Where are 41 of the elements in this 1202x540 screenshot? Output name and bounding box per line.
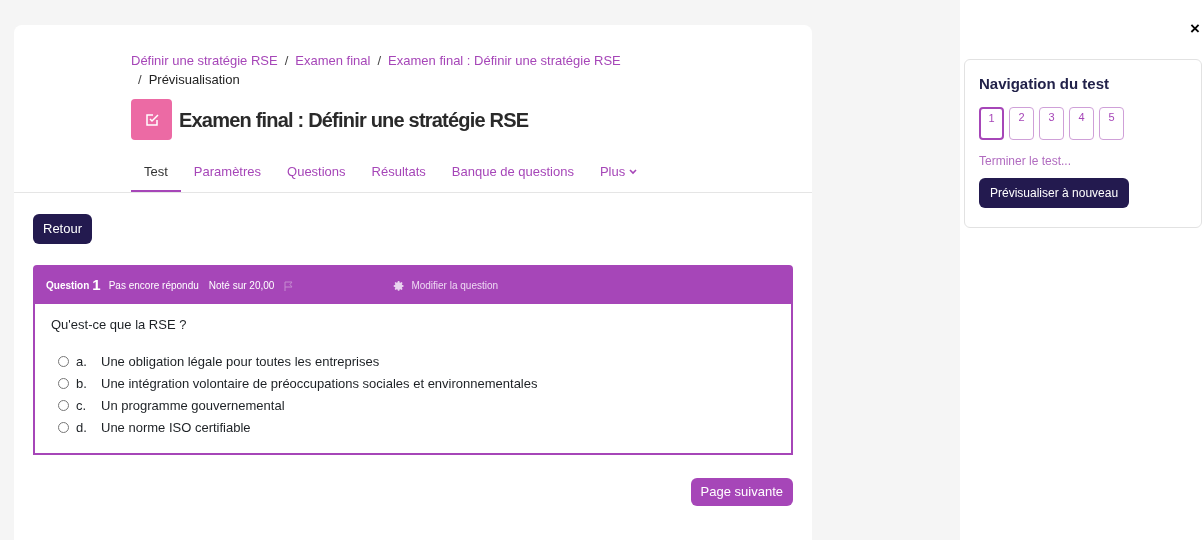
breadcrumb-separator: /	[138, 71, 142, 89]
nav-tab[interactable]: Questions	[274, 153, 359, 192]
nav-tab[interactable]: Plus	[586, 153, 651, 192]
breadcrumb-current: Prévisualisation	[148, 71, 240, 89]
question-nav-button[interactable]: 4	[1069, 106, 1094, 140]
edit-question-link[interactable]: Modifier la question	[411, 278, 499, 293]
back-button[interactable]: Retour	[33, 214, 93, 244]
page-title: Examen final : Définir une stratégie RSE	[179, 107, 529, 133]
nav-tab[interactable]: Test	[131, 153, 181, 192]
answer-letter: d.	[76, 418, 88, 437]
answer-text: Une obligation légale pour toutes les entreprises	[101, 352, 380, 371]
answer-letter: a.	[76, 352, 88, 371]
preview-again-button[interactable]: Prévisualiser à nouveau	[979, 177, 1130, 208]
answer-letter: c.	[76, 396, 88, 415]
question-nav-button[interactable]: 1	[979, 106, 1004, 140]
nav-tab[interactable]: Résultats	[358, 153, 439, 192]
question-nav-button[interactable]: 2	[1009, 106, 1034, 140]
close-button[interactable]: ×	[1190, 20, 1200, 37]
answer-letter: b.	[76, 374, 88, 393]
breadcrumb-separator: /	[377, 52, 382, 70]
breadcrumb-separator: /	[284, 52, 289, 70]
question-nav-button[interactable]: 5	[1099, 106, 1124, 140]
answer-text: Une norme ISO certifiable	[101, 418, 251, 437]
answer-text: Une intégration volontaire de préoccupations sociales et environnementales	[101, 374, 538, 393]
question-nav-button[interactable]: 3	[1039, 106, 1064, 140]
question-number: 1	[92, 275, 101, 296]
question-grade: Noté sur 20,00	[208, 279, 275, 293]
question-status: Pas encore répondu	[108, 279, 199, 293]
breadcrumb-link[interactable]: Examen final	[295, 51, 371, 70]
nav-tab[interactable]: Paramètres	[180, 153, 275, 192]
breadcrumb-link[interactable]: Examen final : Définir une stratégie RSE	[388, 51, 621, 70]
next-page-button[interactable]: Page suivante	[690, 477, 793, 506]
answer-text: Un programme gouvernemental	[101, 396, 285, 415]
question-label: Question	[46, 279, 90, 293]
nav-tab[interactable]: Banque de questions	[438, 153, 587, 192]
settings-icon	[393, 279, 406, 292]
question-text: Qu'est-ce que la RSE ?	[51, 316, 188, 334]
finish-test-link[interactable]: Terminer le test...	[979, 151, 1187, 170]
navigation-title: Navigation du test	[979, 74, 1110, 94]
breadcrumb-link[interactable]: Définir une stratégie RSE	[131, 51, 278, 70]
quiz-icon	[131, 99, 172, 140]
